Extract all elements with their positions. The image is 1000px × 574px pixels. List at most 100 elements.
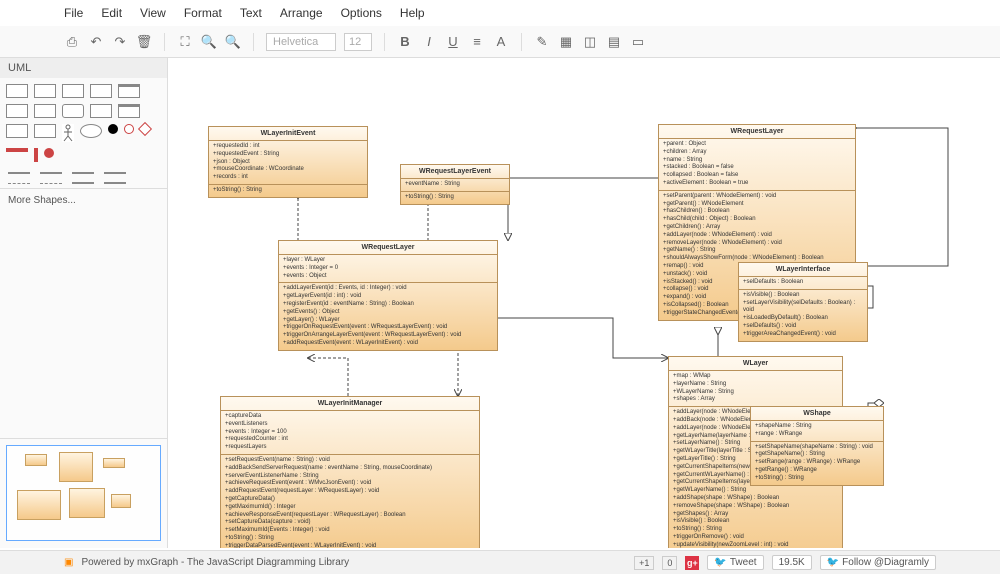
bold-icon[interactable]: B [397, 34, 413, 50]
main-area: UML [0, 58, 1000, 548]
print-icon[interactable]: ⎙ [64, 34, 80, 50]
uml-title: WLayerInitManager [221, 397, 479, 411]
redo-icon[interactable]: ↷ [112, 34, 128, 50]
shape-folder[interactable] [118, 104, 140, 118]
shape-node[interactable] [90, 104, 112, 118]
font-color-icon[interactable]: A [493, 34, 509, 50]
menu-options[interactable]: Options [341, 6, 382, 20]
connector-8[interactable] [104, 182, 126, 184]
tweet-button[interactable]: 🐦Tweet [707, 555, 763, 570]
powered-by-text[interactable]: Powered by mxGraph - The JavaScript Diag… [81, 557, 349, 568]
shape-dot[interactable] [44, 148, 54, 158]
connector-4[interactable] [104, 172, 126, 174]
align-icon[interactable]: ≡ [469, 34, 485, 50]
shape-component2[interactable] [34, 104, 56, 118]
undo-icon[interactable]: ↶ [88, 34, 104, 50]
font-size-input[interactable] [344, 33, 372, 51]
fill-icon[interactable]: ▦ [558, 34, 574, 50]
menu-view[interactable]: View [140, 6, 166, 20]
shape-actor[interactable] [62, 124, 74, 142]
connector-1[interactable] [8, 172, 30, 174]
zoom-in-icon[interactable]: 🔍 [201, 34, 217, 50]
uml-ops: +setRequestEvent(name : String) : void +… [221, 455, 479, 548]
uml-attrs: +map : WMap +layerName : String +WLayerN… [669, 371, 842, 407]
rss-icon: ▣ [64, 557, 73, 568]
uml-class-wlayerinitmanager[interactable]: WLayerInitManager +captureData +eventLis… [220, 396, 480, 548]
shadow-icon[interactable]: ◫ [582, 34, 598, 50]
uml-title: WShape [751, 407, 883, 421]
canvas[interactable]: WLayerInitEvent +requestedId : int +requ… [168, 58, 1000, 548]
menu-help[interactable]: Help [400, 6, 425, 20]
connector-7[interactable] [72, 182, 94, 184]
footer: ▣ Powered by mxGraph - The JavaScript Di… [0, 550, 1000, 574]
font-family-input[interactable] [266, 33, 336, 51]
shape-end[interactable] [124, 124, 134, 134]
shape-start[interactable] [108, 124, 118, 134]
connector-3[interactable] [72, 172, 94, 174]
uml-attrs: +selDefaults : Boolean [739, 277, 867, 290]
uml-title: WRequestLayer [279, 241, 497, 255]
shape-class[interactable] [6, 84, 28, 98]
shape-bar[interactable] [6, 148, 28, 152]
uml-title: WRequestLayer [659, 125, 855, 139]
uml-attrs: +eventName : String [401, 179, 509, 192]
uml-ops: +isVisible() : Boolean +setLayerVisibili… [739, 290, 867, 341]
menu-edit[interactable]: Edit [101, 6, 122, 20]
shape-palette [0, 78, 167, 168]
shape-interface[interactable] [62, 104, 84, 118]
shape-usecase[interactable] [80, 124, 102, 138]
uml-title: WRequestLayerEvent [401, 165, 509, 179]
shape-package[interactable] [118, 84, 140, 98]
link-icon[interactable]: ▭ [630, 34, 646, 50]
toolbar: ⎙ ↶ ↷ 🗑 ⛶ 🔍 🔍 B I U ≡ A ✎ ▦ ◫ ▤ ▭ [0, 26, 1000, 58]
pencil-icon[interactable]: ✎ [534, 34, 550, 50]
outline-view[interactable] [6, 445, 161, 541]
uml-ops: +addLayerEvent(id : Events, id : Integer… [279, 283, 497, 349]
uml-attrs: +captureData +eventListeners +events : I… [221, 411, 479, 455]
uml-class-wrequestlayerevent[interactable]: WRequestLayerEvent +eventName : String +… [400, 164, 510, 205]
palette-title[interactable]: UML [0, 58, 167, 78]
connector-5[interactable] [8, 183, 30, 184]
shape-bar2[interactable] [34, 148, 38, 162]
menu-bar: File Edit View Format Text Arrange Optio… [0, 0, 1000, 26]
uml-class-wshape[interactable]: WShape +shapeName : String +range : WRan… [750, 406, 884, 486]
shape-class3[interactable] [62, 84, 84, 98]
shape-box[interactable] [6, 124, 28, 138]
menu-text[interactable]: Text [240, 6, 262, 20]
uml-class-wrequestlayer[interactable]: WRequestLayer +layer : WLayer +events : … [278, 240, 498, 351]
gplus-icon[interactable]: g+ [685, 556, 699, 570]
connector-2[interactable] [40, 172, 62, 174]
uml-class-wlayerinitevent[interactable]: WLayerInitEvent +requestedId : int +requ… [208, 126, 368, 198]
menu-format[interactable]: Format [184, 6, 222, 20]
outline-panel [0, 438, 167, 548]
shape-box2[interactable] [34, 124, 56, 138]
shape-component[interactable] [6, 104, 28, 118]
uml-ops: +toString() : String [209, 185, 367, 197]
more-shapes-link[interactable]: More Shapes... [0, 188, 167, 212]
uml-title: WLayerInitEvent [209, 127, 367, 141]
menu-file[interactable]: File [64, 6, 83, 20]
image-icon[interactable]: ▤ [606, 34, 622, 50]
italic-icon[interactable]: I [421, 34, 437, 50]
underline-icon[interactable]: U [445, 34, 461, 50]
shape-note[interactable] [90, 84, 112, 98]
uml-attrs: +shapeName : String +range : WRange [751, 421, 883, 442]
uml-attrs: +parent : Object +children : Array +name… [659, 139, 855, 191]
connector-6[interactable] [40, 183, 62, 184]
shape-class2[interactable] [34, 84, 56, 98]
sidebar: UML [0, 58, 168, 548]
plus1-button[interactable]: +1 [634, 556, 654, 570]
fit-icon[interactable]: ⛶ [177, 34, 193, 50]
uml-attrs: +requestedId : int +requestedEvent : Str… [209, 141, 367, 185]
zoom-out-icon[interactable]: 🔍 [225, 34, 241, 50]
uml-ops: +toString() : String [401, 192, 509, 204]
delete-icon[interactable]: 🗑 [136, 34, 152, 50]
tweet-count: 19.5K [772, 555, 812, 570]
uml-class-wlayerinterface[interactable]: WLayerInterface +selDefaults : Boolean +… [738, 262, 868, 342]
uml-title: WLayer [669, 357, 842, 371]
follow-button[interactable]: 🐦Follow @Diagramly [820, 555, 936, 570]
uml-title: WLayerInterface [739, 263, 867, 277]
menu-arrange[interactable]: Arrange [280, 6, 323, 20]
shape-decision[interactable] [138, 122, 152, 136]
uml-ops: +setShapeName(shapeName : String) : void… [751, 442, 883, 485]
